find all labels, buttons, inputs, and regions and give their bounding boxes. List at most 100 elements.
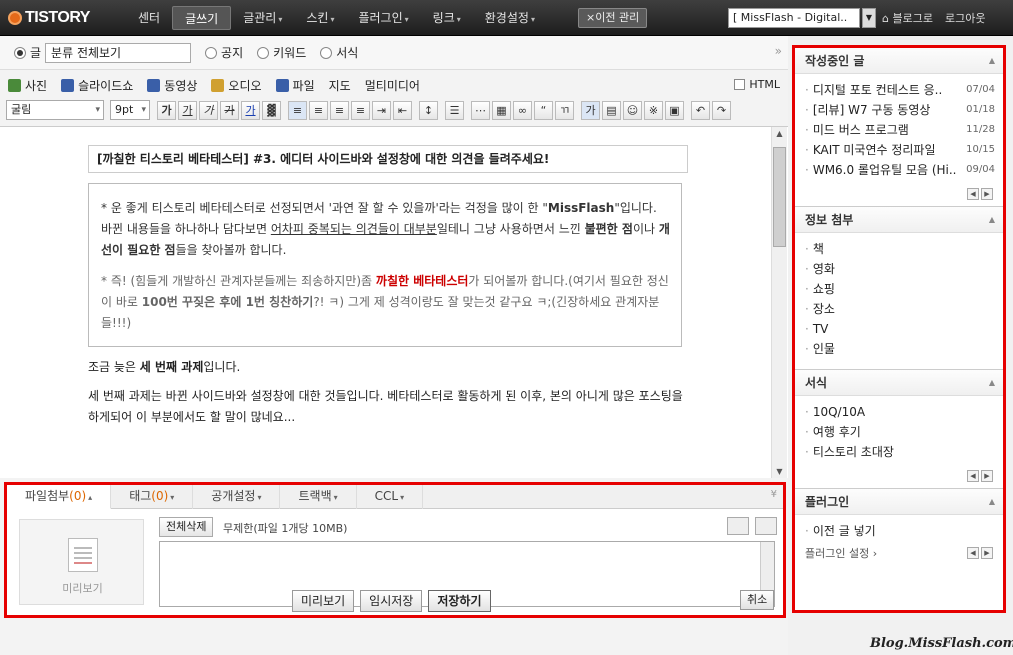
link-icon[interactable]: ∞ [513,100,532,120]
font-size-select[interactable]: 9pt [110,100,150,120]
redo-icon[interactable]: ↷ [712,100,731,120]
quote-icon[interactable]: “ [534,100,553,120]
attach-tab-2[interactable]: 공개설정 ▾ [193,485,281,509]
collapse-up-icon[interactable]: ▲ [989,489,995,515]
collapse-double-chevron-icon[interactable]: » [775,44,782,58]
next-page-icon[interactable]: ▶ [981,547,993,559]
underline-button[interactable]: 가 [178,100,197,120]
nav-item-5[interactable]: 링크 ▾ [421,6,473,30]
template-item[interactable]: · 10Q/10A [805,402,995,422]
drafts-section-header[interactable]: 작성중인 글 ▲ [795,48,1003,74]
preview-button[interactable]: 미리보기 [292,590,355,612]
thumbnail-view-icon[interactable] [755,517,777,535]
save-button[interactable]: 저장하기 [428,590,491,612]
info-item[interactable]: · TV [805,319,995,339]
info-section-header[interactable]: 정보 첨부 ▲ [795,207,1003,233]
media-item-0[interactable]: 사진 [8,77,47,94]
bold-button[interactable]: 가 [157,100,176,120]
align-left-icon[interactable]: ≡ [288,100,307,120]
font-color-button[interactable]: 가 [241,100,260,120]
font-family-select[interactable]: 굴림 [6,100,104,120]
prev-page-icon[interactable]: ◀ [967,188,979,200]
category-select[interactable]: 분류 전체보기 [45,42,192,63]
document-scrollbar[interactable]: ▲ ▼ [771,127,787,478]
asterisk-icon[interactable]: ※ [644,100,663,120]
align-center-icon[interactable]: ≡ [309,100,328,120]
nav-item-2[interactable]: 글관리 ▾ [231,6,294,30]
scroll-up-icon[interactable]: ▲ [772,127,787,141]
nav-item-3[interactable]: 스킨 ▾ [294,6,346,30]
emoticon-icon[interactable]: ☺ [623,100,642,120]
calendar-icon[interactable]: ▤ [602,100,621,120]
attach-tab-3[interactable]: 트랙백 ▾ [280,485,357,509]
nav-item-4[interactable]: 플러그인 ▾ [346,6,420,30]
scroll-thumb[interactable] [773,147,786,247]
nav-item-0[interactable]: 센터 [126,6,172,30]
next-page-icon[interactable]: ▶ [981,470,993,482]
radio-notice[interactable]: 공지 [205,44,243,61]
collapse-up-icon[interactable]: ▲ [989,48,995,74]
migration-manage-button[interactable]: ×이전 관리 [578,8,648,28]
radio-template[interactable]: 서식 [320,44,358,61]
info-item[interactable]: · 영화 [805,259,995,279]
draft-item[interactable]: · KAIT 미국연수 정리파일 10/15 [805,140,995,160]
plugins-section-header[interactable]: 플러그인 ▲ [795,489,1003,515]
list-icon[interactable]: ☰ [445,100,464,120]
radio-post[interactable]: 글 [14,44,41,61]
list-view-icon[interactable] [727,517,749,535]
draft-item[interactable]: · 미드 버스 프로그램 11/28 [805,120,995,140]
attach-tab-0[interactable]: 파일첨부(0) ▴ [7,485,112,509]
save-disk-icon[interactable]: ▣ [665,100,684,120]
scroll-down-icon[interactable]: ▼ [772,465,787,478]
attach-tab-4[interactable]: CCL ▾ [357,485,424,509]
media-item-6[interactable]: 멀티미디어 [365,77,420,94]
prev-page-icon[interactable]: ◀ [967,547,979,559]
draft-item[interactable]: · [리뷰] W7 구동 동영상 01/18 [805,100,995,120]
tistory-logo[interactable]: TISTORY [8,7,90,29]
collapse-up-icon[interactable]: ▲ [989,370,995,396]
strikethrough-button[interactable]: 가 [220,100,239,120]
template-item[interactable]: · 티스토리 초대장 [805,442,995,462]
info-item[interactable]: · 장소 [805,299,995,319]
radio-keyword[interactable]: 키워드 [257,44,306,61]
expand-chevron-icon[interactable]: ¥ [771,489,777,500]
blog-select-arrow-icon[interactable]: ▼ [862,8,876,28]
info-item[interactable]: · 쇼핑 [805,279,995,299]
italic-button[interactable]: 가 [199,100,218,120]
info-item[interactable]: · 책 [805,239,995,259]
info-item[interactable]: · 인물 [805,339,995,359]
templates-section-header[interactable]: 서식 ▲ [795,370,1003,396]
blog-select[interactable]: [ MissFlash - Digital.. [728,8,860,28]
nav-item-6[interactable]: 환경설정 ▾ [473,6,547,30]
logout-link[interactable]: 로그아웃 [945,10,985,26]
line-height-icon[interactable]: ↕ [419,100,438,120]
nav-item-1[interactable]: 글쓰기 [172,6,232,30]
divider-icon[interactable]: ⋯ [471,100,490,120]
collapse-up-icon[interactable]: ▲ [989,207,995,233]
undo-icon[interactable]: ↶ [691,100,710,120]
align-right-icon[interactable]: ≡ [330,100,349,120]
html-mode-checkbox[interactable]: HTML [734,78,780,91]
plugin-item[interactable]: · 이전 글 넣기 [805,521,995,541]
draft-item[interactable]: · 디지털 포토 컨테스트 응.. 07/04 [805,80,995,100]
template-item[interactable]: · 여행 후기 [805,422,995,442]
media-item-2[interactable]: 동영상 [147,77,197,94]
text-box-icon[interactable]: 가 [581,100,600,120]
media-item-1[interactable]: 슬라이드쇼 [61,77,133,94]
indent-icon[interactable]: ⇥ [372,100,391,120]
media-item-3[interactable]: 오디오 [211,77,262,94]
next-page-icon[interactable]: ▶ [981,188,993,200]
media-item-5[interactable]: 지도 [329,77,351,94]
document-frame[interactable]: [까칠한 티스토리 베타테스터] #3. 에디터 사이드바와 설정창에 대한 의… [0,126,788,478]
post-title-input[interactable]: [까칠한 티스토리 베타테스터] #3. 에디터 사이드바와 설정창에 대한 의… [88,145,688,173]
highlight-color-icon[interactable]: ▓ [262,100,281,120]
media-item-4[interactable]: 파일 [275,77,315,94]
align-justify-icon[interactable]: ≡ [351,100,370,120]
draft-item[interactable]: · WM6.0 롤업유틸 모음 (Hi.. 09/04 [805,160,995,180]
outdent-icon[interactable]: ⇤ [393,100,412,120]
temp-save-button[interactable]: 임시저장 [360,590,423,612]
cancel-button[interactable]: 취소 [740,590,775,610]
attach-tab-1[interactable]: 태그(0) ▾ [111,485,194,509]
special-char-icon[interactable]: ㄲ [555,100,574,120]
delete-all-button[interactable]: 전체삭제 [159,517,214,537]
